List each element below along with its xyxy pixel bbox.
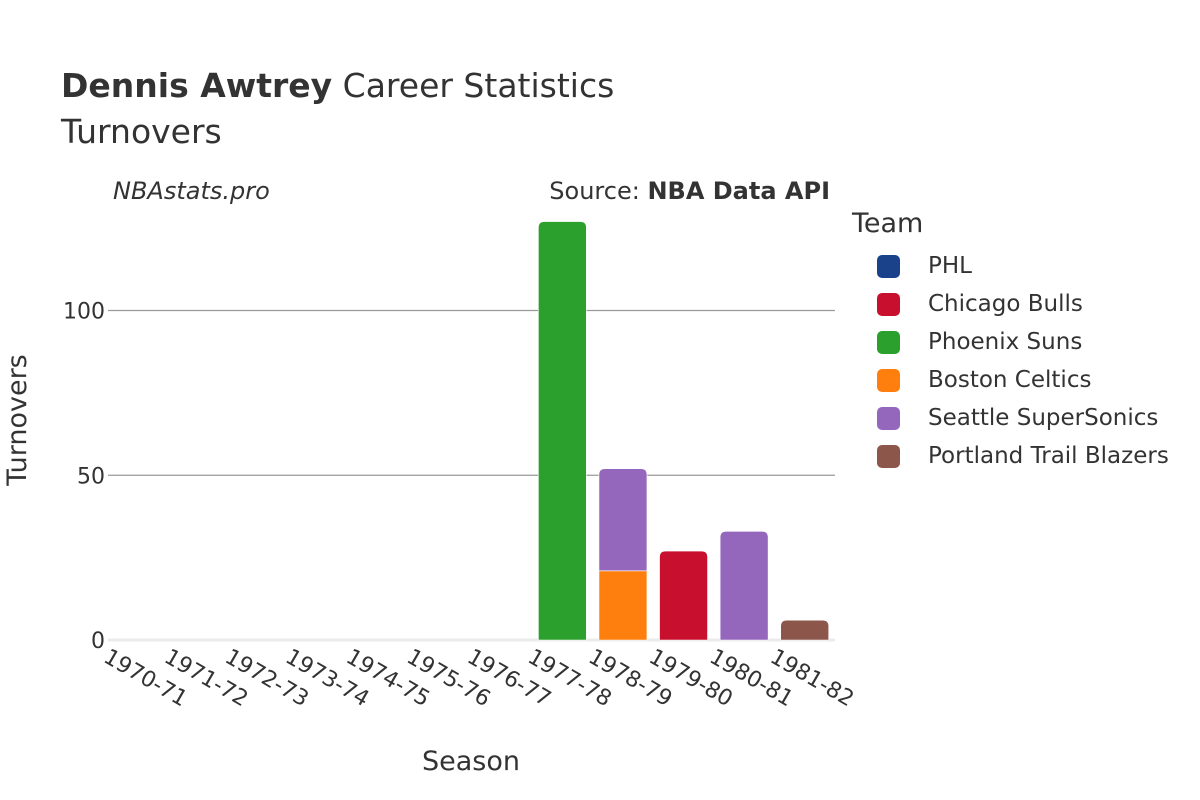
legend-swatch <box>877 368 900 392</box>
legend-item[interactable]: Portland Trail Blazers <box>852 437 1169 475</box>
legend-item[interactable]: PHL <box>852 247 1169 285</box>
bar-phoenix-suns-1977-78[interactable] <box>538 221 587 641</box>
legend-label: Portland Trail Blazers <box>928 443 1169 469</box>
legend-item[interactable]: Seattle SuperSonics <box>852 399 1169 437</box>
legend-swatch <box>877 292 900 316</box>
legend-label: Seattle SuperSonics <box>928 405 1159 431</box>
y-tick-label: 0 <box>91 629 105 654</box>
bar-chicago-bulls-1979-80[interactable] <box>659 550 708 641</box>
legend-label: PHL <box>928 253 972 279</box>
legend-swatch <box>877 330 900 354</box>
y-axis-ticks: 0 50 100 <box>63 300 105 655</box>
legend-item[interactable]: Boston Celtics <box>852 361 1169 399</box>
legend-swatch <box>877 406 900 430</box>
bar-boston-celtics-1978-79[interactable] <box>598 570 648 641</box>
legend-item[interactable]: Chicago Bulls <box>852 285 1169 323</box>
legend-item[interactable]: Phoenix Suns <box>852 323 1169 361</box>
legend-label: Phoenix Suns <box>928 329 1083 355</box>
legend-title: Team <box>852 208 924 239</box>
bar-portland-trail-blazers-1981-82[interactable] <box>780 619 830 641</box>
bar-seattle-supersonics-1978-79[interactable] <box>598 468 648 572</box>
x-axis-ticks: 1970-711971-721972-731973-741974-751975-… <box>99 645 858 713</box>
legend-swatch <box>877 254 900 278</box>
legend-label: Chicago Bulls <box>928 291 1083 317</box>
bars <box>538 221 830 641</box>
y-tick-label: 50 <box>77 464 105 489</box>
y-axis-label: Turnovers <box>2 354 33 487</box>
legend-label: Boston Celtics <box>928 367 1092 393</box>
x-axis-label: Season <box>422 746 520 777</box>
bar-seattle-supersonics-1980-81[interactable] <box>719 530 769 641</box>
legend: Team PHL Chicago Bulls Phoenix Suns Boston … <box>852 208 1169 475</box>
legend-swatch <box>877 444 900 468</box>
y-tick-label: 100 <box>63 300 105 325</box>
